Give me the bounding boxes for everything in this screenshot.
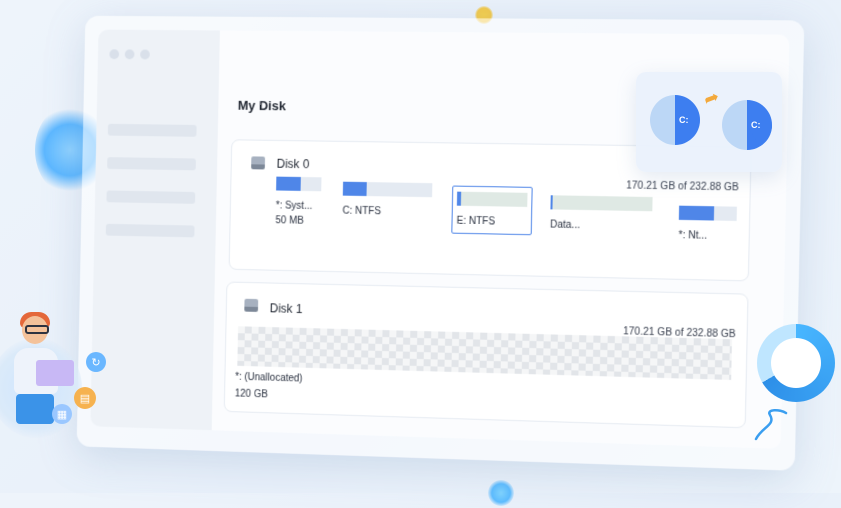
window-controls xyxy=(109,49,150,60)
close-dot[interactable] xyxy=(109,49,120,60)
partition-nt[interactable]: *: Nt... xyxy=(678,205,737,243)
arrow-icon: ➦ xyxy=(700,86,722,111)
partition-label: E: NTFS xyxy=(456,215,496,228)
person-illustration: ↻ ▤ ▦ xyxy=(0,308,110,438)
pie-label: C: xyxy=(751,120,761,130)
minimize-dot[interactable] xyxy=(124,49,135,60)
disk-1-card[interactable]: Disk 1 170.21 GB of 232.88 GB *: (Unallo… xyxy=(223,281,749,429)
disk-icon xyxy=(244,298,259,313)
partition-system[interactable]: *: Syst... 50 MB xyxy=(275,176,322,227)
partition-label: *: Syst... xyxy=(275,200,313,212)
partition-size: 120 GB xyxy=(234,388,268,401)
squiggle-decoration xyxy=(754,409,788,441)
partition-c[interactable]: C: NTFS xyxy=(342,181,433,219)
partition-resize-panel: C: ➦ C: xyxy=(636,72,782,172)
document-icon: ▤ xyxy=(74,387,96,409)
partition-label: *: Nt... xyxy=(678,230,708,242)
sidebar-item[interactable] xyxy=(106,190,196,204)
grid-icon: ▦ xyxy=(52,404,72,424)
partition-label: Data... xyxy=(549,219,581,232)
partition-e-selected[interactable]: E: NTFS xyxy=(451,185,533,236)
disk-icon xyxy=(251,156,266,170)
sidebar-item[interactable] xyxy=(107,157,196,171)
laptop-icon xyxy=(36,360,74,386)
disk-0-capacity: 170.21 GB of 232.88 GB xyxy=(626,180,740,194)
disk-0-label: Disk 0 xyxy=(276,156,310,172)
pie-label: C: xyxy=(679,115,689,125)
sidebar-item[interactable] xyxy=(107,123,197,137)
partition-label: C: NTFS xyxy=(342,205,382,218)
partition-size: 50 MB xyxy=(275,215,304,227)
maximize-dot[interactable] xyxy=(140,49,150,60)
page-title: My Disk xyxy=(237,97,286,114)
partition-data[interactable]: Data... xyxy=(550,195,653,232)
ring-decoration xyxy=(757,324,835,402)
sidebar-item[interactable] xyxy=(105,223,195,238)
pie-after: C: xyxy=(722,100,772,150)
pie-before: C: xyxy=(650,95,700,145)
partition-label: *: (Unallocated) xyxy=(235,371,303,385)
partition-unallocated[interactable]: *: (Unallocated) 120 GB xyxy=(235,372,303,402)
refresh-icon: ↻ xyxy=(86,352,106,372)
disk-1-label: Disk 1 xyxy=(269,301,303,317)
